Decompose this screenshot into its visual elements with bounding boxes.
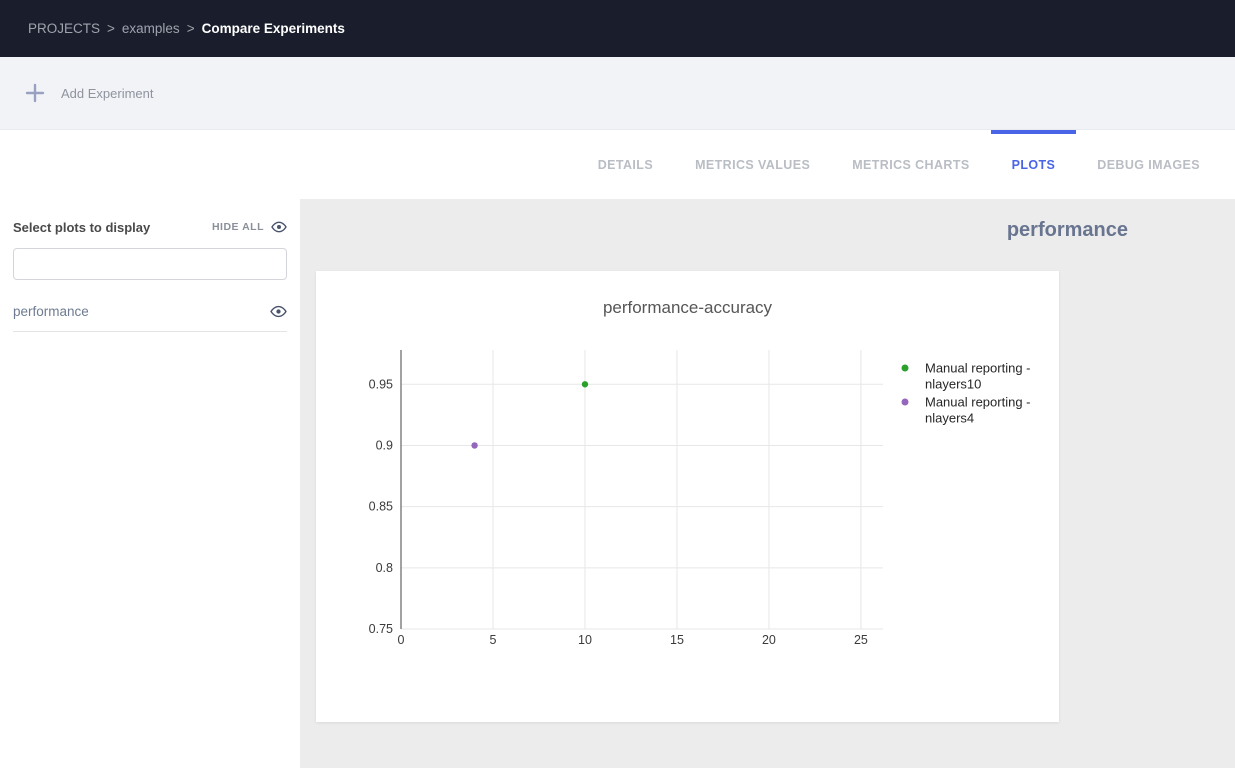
plot-group-title: performance	[1007, 219, 1128, 242]
breadcrumb-examples[interactable]: examples	[122, 21, 180, 36]
sidebar-title: Select plots to display	[13, 220, 150, 235]
svg-text:Manual reporting -: Manual reporting -	[925, 395, 1031, 410]
plot-card: performance-accuracy 0 5 10 15 20 25 0.95 0.9 0.8…	[316, 271, 1059, 722]
hide-all-button[interactable]: HIDE ALL	[212, 219, 287, 235]
svg-text:10: 10	[578, 633, 592, 647]
breadcrumb: PROJECTS > examples > Compare Experiment…	[0, 0, 1235, 57]
breadcrumb-separator: >	[107, 21, 115, 36]
svg-text:0: 0	[398, 633, 405, 647]
tab-debug-images[interactable]: DEBUG IMAGES	[1076, 130, 1221, 199]
tab-plots[interactable]: PLOTS	[991, 130, 1077, 199]
plots-panel: performance performance-accuracy 0 5 10 15 20…	[300, 199, 1235, 768]
svg-text:0.75: 0.75	[369, 622, 393, 636]
plot-group-header: performance	[300, 199, 1235, 261]
hide-all-label: HIDE ALL	[212, 221, 264, 233]
svg-text:20: 20	[762, 633, 776, 647]
svg-text:0.8: 0.8	[376, 561, 393, 575]
plot-filter-input[interactable]	[13, 248, 287, 280]
breadcrumb-current-page: Compare Experiments	[202, 21, 345, 36]
content-area: Select plots to display HIDE ALL perform…	[0, 199, 1235, 768]
performance-accuracy-scatter-plot[interactable]: performance-accuracy 0 5 10 15 20 25 0.95 0.9 0.8…	[316, 271, 1059, 722]
add-experiment-button[interactable]	[18, 76, 52, 110]
tab-metrics-charts[interactable]: METRICS CHARTS	[831, 130, 990, 199]
svg-text:15: 15	[670, 633, 684, 647]
tab-metrics-values[interactable]: METRICS VALUES	[674, 130, 831, 199]
eye-icon[interactable]	[270, 303, 287, 320]
tab-details[interactable]: DETAILS	[577, 130, 674, 199]
svg-text:Manual reporting -: Manual reporting -	[925, 361, 1031, 376]
plot-selector-sidebar: Select plots to display HIDE ALL perform…	[0, 199, 300, 768]
svg-text:0.9: 0.9	[376, 438, 393, 452]
breadcrumb-separator: >	[187, 21, 195, 36]
svg-text:0.95: 0.95	[369, 377, 393, 391]
add-experiment-label[interactable]: Add Experiment	[61, 86, 154, 101]
plot-item-label[interactable]: performance	[13, 304, 89, 319]
svg-text:performance-accuracy: performance-accuracy	[603, 298, 773, 317]
svg-text:0.85: 0.85	[369, 500, 393, 514]
svg-text:5: 5	[490, 633, 497, 647]
plot-list-item-performance: performance	[13, 292, 287, 332]
breadcrumb-projects[interactable]: PROJECTS	[28, 21, 100, 36]
svg-text:nlayers4: nlayers4	[925, 411, 974, 426]
plus-icon	[24, 82, 46, 104]
add-experiment-bar: Add Experiment	[0, 57, 1235, 130]
svg-text:25: 25	[854, 633, 868, 647]
eye-icon	[271, 219, 287, 235]
svg-text:nlayers10: nlayers10	[925, 377, 981, 392]
tab-bar: DETAILS METRICS VALUES METRICS CHARTS PL…	[0, 130, 1235, 199]
